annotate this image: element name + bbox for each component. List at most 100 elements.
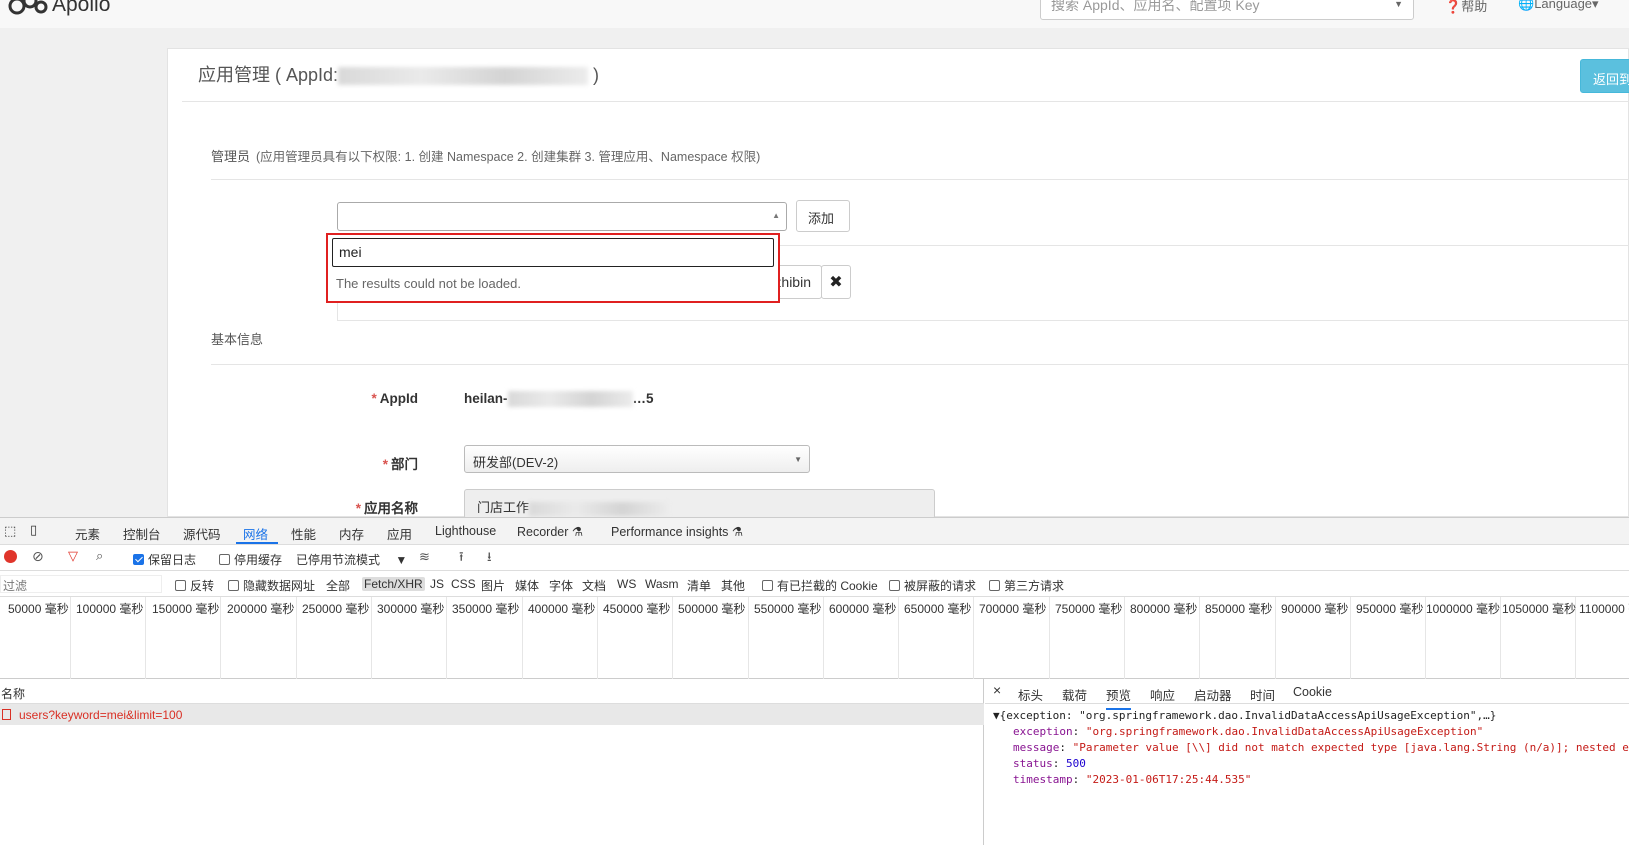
timeline-tick: 350000 毫秒 [452, 602, 520, 616]
timeline-column: 750000 毫秒 [1050, 597, 1125, 679]
filter-icon[interactable]: ▽ [68, 548, 78, 564]
timeline-column: 700000 毫秒 [974, 597, 1050, 679]
network-conditions-icon[interactable]: ≋ [419, 549, 430, 565]
filter-type-doc[interactable]: 文档 [582, 577, 606, 594]
back-button[interactable]: 返回到 [1580, 59, 1629, 93]
timeline-column: 800000 毫秒 [1125, 597, 1200, 679]
tab-console[interactable]: 控制台 [123, 524, 161, 543]
filter-type-css[interactable]: CSS [451, 577, 476, 591]
timeline-tick: 900000 毫秒 [1281, 602, 1349, 616]
filter-input[interactable]: 过滤 [0, 575, 162, 593]
remove-admin-button[interactable]: ✖ [821, 265, 851, 299]
timeline-tick: 750000 毫秒 [1055, 602, 1123, 616]
blocked-requests-checkbox[interactable]: 被屏蔽的请求 [889, 577, 976, 594]
required-marker: * [355, 501, 361, 516]
hide-data-urls-checkbox[interactable]: 隐藏数据网址 [228, 577, 315, 594]
global-search-input[interactable]: 搜索 AppId、应用名、配置项 Key ▼ [1040, 0, 1414, 20]
timeline-tick: 800000 毫秒 [1130, 602, 1198, 616]
tab-response[interactable]: 响应 [1150, 685, 1175, 704]
blocked-cookies-checkbox[interactable]: 有已拦截的 Cookie [762, 577, 878, 594]
json-summary-row[interactable]: ▼{exception: "org.springframework.dao.In… [993, 708, 1629, 724]
inspect-icon[interactable]: ⬚ [4, 523, 16, 539]
required-marker: * [382, 457, 388, 472]
dept-label: * 部门 [328, 453, 418, 473]
clear-icon[interactable]: ⊘ [32, 548, 44, 565]
filter-type-js[interactable]: JS [430, 577, 444, 591]
tab-initiator[interactable]: 启动器 [1194, 685, 1232, 704]
invert-checkbox[interactable]: 反转 [175, 577, 214, 594]
network-timeline-overview[interactable]: 50000 毫秒 100000 毫秒 150000 毫秒 200000 毫秒 2… [0, 597, 1629, 679]
department-select[interactable]: 研发部(DEV-2) ▼ [464, 445, 810, 473]
language-dropdown[interactable]: 🌐Language▾ [1518, 0, 1599, 12]
import-har-icon[interactable]: ⭱ [459, 548, 464, 570]
user-search-input[interactable]: mei [332, 238, 774, 267]
json-summary: {exception: "org.springframework.dao.Inv… [999, 709, 1497, 722]
timeline-tick: 250000 毫秒 [302, 602, 370, 616]
preserve-log-checkbox[interactable]: 保留日志 [133, 551, 196, 568]
device-toolbar-icon[interactable]: ▯ [30, 522, 37, 538]
timeline-column: 250000 毫秒 [297, 597, 372, 679]
close-icon: ✖ [829, 274, 843, 291]
apollo-logo[interactable]: Apollo [8, 0, 110, 18]
tab-preview[interactable]: 预览 [1106, 685, 1132, 710]
filter-type-fetch-xhr[interactable]: Fetch/XHR [362, 577, 425, 591]
page-title: 应用管理 ( AppId: ) [198, 61, 599, 87]
filter-type-media[interactable]: 媒体 [515, 577, 539, 594]
tab-memory[interactable]: 内存 [339, 524, 364, 543]
third-party-checkbox[interactable]: 第三方请求 [989, 577, 1064, 594]
devtools-panel: ⬚ ▯ 元素 控制台 源代码 网络 性能 内存 应用 Lighthouse Re… [0, 517, 1629, 845]
disable-cache-label: 停用缓存 [234, 553, 283, 567]
tab-lighthouse[interactable]: Lighthouse [435, 524, 496, 538]
tab-elements[interactable]: 元素 [75, 524, 100, 543]
disable-cache-checkbox[interactable]: 停用缓存 [219, 551, 282, 568]
checkbox-icon [889, 580, 900, 591]
filter-type-ws[interactable]: WS [617, 577, 636, 591]
admin-user-select[interactable]: ▲ [337, 202, 787, 231]
tab-sources[interactable]: 源代码 [183, 524, 221, 543]
close-detail-button[interactable]: × [993, 682, 1001, 698]
filter-type-manifest[interactable]: 清单 [687, 577, 711, 594]
add-admin-button[interactable]: 添加 [796, 200, 850, 232]
app-name-input[interactable]: 门店工作 [464, 489, 935, 519]
tab-performance-insights[interactable]: Performance insights ⚗ [611, 524, 743, 539]
tab-timing[interactable]: 时间 [1250, 685, 1275, 704]
appid-value-prefix: heilan- [464, 391, 508, 406]
export-har-icon[interactable]: ⭳ [487, 548, 492, 570]
appid-label-text: AppId [379, 391, 418, 406]
throttling-select[interactable]: 已停用节流模式 ▼ [296, 551, 407, 568]
request-row[interactable]: users?keyword=mei&limit=100 [0, 704, 984, 725]
timeline-column: 900000 毫秒 [1276, 597, 1351, 679]
timeline-tick: 150000 毫秒 [152, 602, 220, 616]
column-header-name[interactable]: 名称 [0, 679, 984, 704]
redacted-appid-value [507, 391, 633, 408]
tab-performance[interactable]: 性能 [291, 524, 316, 543]
timeline-tick: 400000 毫秒 [528, 602, 596, 616]
help-link[interactable]: ❓帮助 [1445, 0, 1487, 15]
tab-network[interactable]: 网络 [243, 524, 268, 543]
blocked-cookies-label: 有已拦截的 Cookie [777, 579, 878, 593]
tab-cookies[interactable]: Cookie [1293, 685, 1332, 699]
filter-type-other[interactable]: 其他 [721, 577, 745, 594]
record-icon[interactable] [4, 550, 17, 563]
json-value: "org.springframework.dao.InvalidDataAcce… [1085, 725, 1484, 738]
filter-type-all[interactable]: 全部 [326, 577, 350, 594]
document-icon [2, 709, 11, 720]
json-row-exception: exception: "org.springframework.dao.Inva… [1013, 725, 1484, 738]
tab-recorder[interactable]: Recorder ⚗ [517, 524, 583, 539]
logo-text: Apollo [52, 0, 111, 16]
tab-application[interactable]: 应用 [387, 524, 412, 543]
filter-type-font[interactable]: 字体 [549, 577, 573, 594]
timeline-column: 1050000 毫秒 [1501, 597, 1576, 679]
tab-headers[interactable]: 标头 [1018, 685, 1043, 704]
filter-type-wasm[interactable]: Wasm [645, 577, 679, 591]
admins-label: 管理员 [211, 149, 251, 164]
devtools-tab-bar: ⬚ ▯ 元素 控制台 源代码 网络 性能 内存 应用 Lighthouse Re… [0, 518, 1629, 545]
tab-payload[interactable]: 载荷 [1062, 685, 1087, 704]
timeline-column: 200000 毫秒 [221, 597, 297, 679]
search-icon[interactable]: ⌕ [96, 548, 103, 564]
top-navbar: Apollo 搜索 AppId、应用名、配置项 Key ▼ ❓帮助 🌐Langu… [0, 0, 1629, 28]
filter-type-img[interactable]: 图片 [481, 577, 505, 594]
timeline-tick: 500000 毫秒 [678, 602, 746, 616]
timeline-tick: 850000 毫秒 [1205, 602, 1273, 616]
timeline-column: 400000 毫秒 [523, 597, 598, 679]
